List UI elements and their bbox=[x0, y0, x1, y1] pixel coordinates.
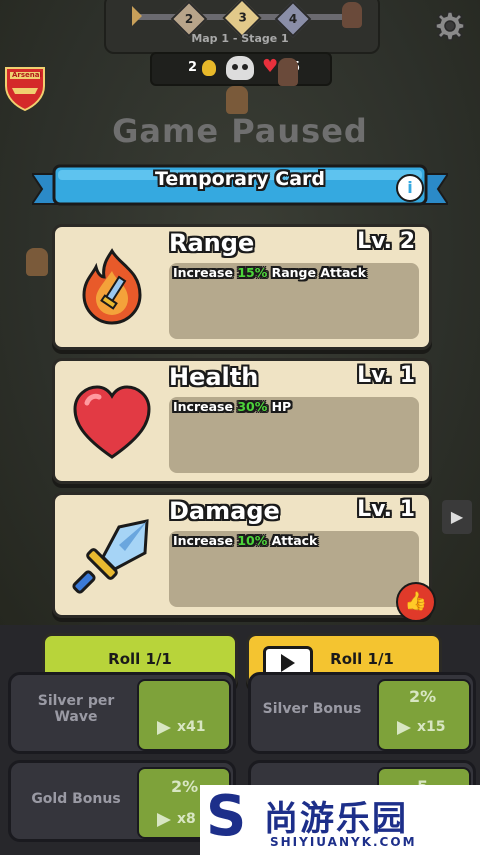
card-level: Lv. 1 bbox=[357, 363, 415, 388]
card-description: Increase 15% Range Attack bbox=[173, 265, 367, 280]
card-health[interactable]: Health Lv. 1 Increase 30% HP bbox=[52, 358, 432, 484]
dialog-title: Temporary Card bbox=[154, 168, 326, 190]
settings-gear-icon[interactable] bbox=[434, 10, 466, 42]
coin-count: 2 bbox=[188, 60, 198, 75]
sword-icon bbox=[69, 515, 155, 601]
heart-icon: ♥ bbox=[262, 56, 279, 77]
enemy-sprite bbox=[226, 86, 248, 114]
gold-icon bbox=[157, 813, 171, 827]
watermark-url: SHIYIUANYK.COM bbox=[270, 835, 417, 849]
card-name: Health bbox=[169, 363, 259, 391]
game-paused-title: Game Paused bbox=[112, 112, 368, 150]
card-damage[interactable]: Damage Lv. 1 Increase 10% Attack bbox=[52, 492, 432, 618]
silver-icon bbox=[397, 721, 411, 735]
card-description-box: Increase 15% Range Attack bbox=[169, 263, 419, 339]
card-name: Damage bbox=[169, 497, 280, 525]
card-description: Increase 30% HP bbox=[173, 399, 292, 414]
enemy-sprite bbox=[26, 248, 48, 276]
enemy-sprite bbox=[342, 2, 362, 28]
upgrade-silver-per-wave[interactable]: Silver per Wave x41 bbox=[8, 672, 236, 754]
stat-bar: 2 ♥ 35 bbox=[150, 52, 332, 86]
watermark: S 尚游乐园 SHIYIUANYK.COM bbox=[200, 785, 480, 855]
map-stage-label: Map 1 - Stage 1 bbox=[191, 32, 289, 45]
enemy-sprite bbox=[278, 58, 298, 86]
watermark-logo-icon: S bbox=[206, 784, 247, 849]
watermark-brand: 尚游乐园 bbox=[264, 799, 408, 839]
silver-icon bbox=[157, 721, 171, 735]
upgrade-silver-bonus[interactable]: Silver Bonus 2% x15 bbox=[248, 672, 476, 754]
next-arrow-icon[interactable]: ▶ bbox=[442, 500, 472, 534]
arsenal-badge: Arsenal bbox=[2, 64, 48, 112]
upgrade-cost-box[interactable]: x41 bbox=[137, 679, 231, 751]
heart-icon bbox=[69, 381, 155, 467]
coin-icon bbox=[202, 60, 216, 76]
card-description-box: Increase 30% HP bbox=[169, 397, 419, 473]
card-description: Increase 10% Attack bbox=[173, 533, 318, 548]
card-level: Lv. 1 bbox=[357, 497, 415, 522]
flame-sword-icon bbox=[69, 247, 155, 333]
card-description-box: Increase 10% Attack bbox=[169, 531, 419, 607]
card-range[interactable]: Range Lv. 2 Increase 15% Range Attack bbox=[52, 224, 432, 350]
skull-icon bbox=[226, 56, 254, 80]
upgrade-cost-box[interactable]: 2% x15 bbox=[377, 679, 471, 751]
thumbs-up-icon[interactable]: 👍 bbox=[396, 582, 436, 622]
card-level: Lv. 2 bbox=[357, 229, 415, 254]
info-icon[interactable]: i bbox=[396, 174, 424, 202]
card-name: Range bbox=[169, 229, 255, 257]
